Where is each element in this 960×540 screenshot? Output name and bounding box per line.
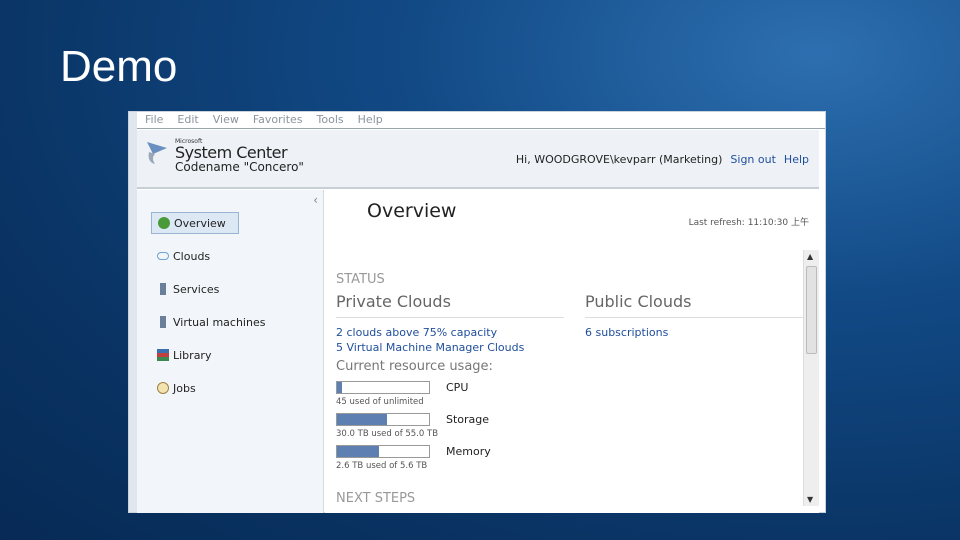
- usage-detail: 2.6 TB used of 5.6 TB: [336, 461, 428, 471]
- app-header: Microsoft System Center Codename "Concer…: [137, 130, 819, 189]
- menu-tools[interactable]: Tools: [317, 113, 344, 127]
- clouds-capacity-link[interactable]: 2 clouds above 75% capacity: [336, 326, 497, 339]
- sidebar-item-virtual-machines[interactable]: Virtual machines: [151, 311, 271, 333]
- usage-detail: 45 used of unlimited: [336, 397, 424, 407]
- sign-out-link[interactable]: Sign out: [730, 153, 776, 166]
- subscriptions-link[interactable]: 6 subscriptions: [585, 326, 668, 339]
- logo-product: System Center: [175, 143, 288, 162]
- sidebar-item-overview[interactable]: Overview: [151, 212, 239, 234]
- vmm-clouds-link[interactable]: 5 Virtual Machine Manager Clouds: [336, 341, 524, 354]
- usage-bar-fill: [337, 446, 380, 457]
- usage-bar-fill: [337, 414, 387, 425]
- sidebar-item-library[interactable]: Library: [151, 344, 217, 366]
- sidebar-item-services[interactable]: Services: [151, 278, 225, 300]
- usage-label: Storage: [446, 413, 490, 426]
- logo: Microsoft System Center Codename "Concer…: [145, 138, 304, 174]
- greeting: Hi, WOODGROVE\kevparr (Marketing): [515, 153, 723, 166]
- menu-view[interactable]: View: [213, 113, 239, 127]
- slide-title: Demo: [60, 42, 178, 91]
- sidebar-item-label: Jobs: [173, 381, 196, 395]
- status-heading: STATUS: [336, 272, 385, 287]
- logo-codename: Codename "Concero": [175, 160, 304, 174]
- system-center-logo-icon: [147, 142, 167, 164]
- scroll-up-icon[interactable]: ▲: [807, 252, 813, 261]
- main-content: Overview Last refresh: 11:10:30 上午 STATU…: [325, 190, 819, 513]
- sidebar-item-label: Services: [173, 282, 220, 296]
- menu-favorites[interactable]: Favorites: [253, 113, 303, 127]
- sidebar-item-jobs[interactable]: Jobs: [151, 377, 202, 399]
- usage-bar-storage: [336, 413, 430, 426]
- usage-label: Memory: [446, 445, 491, 458]
- vm-icon: [160, 316, 166, 328]
- private-clouds-heading: Private Clouds: [336, 292, 564, 318]
- server-icon: [160, 283, 166, 295]
- sidebar-item-label: Overview: [174, 216, 226, 230]
- scroll-down-icon[interactable]: ▼: [807, 495, 813, 504]
- library-icon: [157, 349, 169, 361]
- sidebar-item-clouds[interactable]: Clouds: [151, 245, 216, 267]
- menu-edit[interactable]: Edit: [177, 113, 198, 127]
- overview-icon: [158, 217, 170, 229]
- collapse-chevron-icon[interactable]: ‹: [313, 193, 318, 207]
- cloud-icon: [157, 252, 169, 260]
- menu-help[interactable]: Help: [358, 113, 383, 127]
- jobs-icon: [157, 382, 169, 394]
- next-steps-heading: NEXT STEPS: [336, 491, 416, 506]
- scrollbar[interactable]: ▲ ▼: [803, 250, 819, 506]
- usage-bar-fill: [337, 382, 342, 393]
- sidebar-item-label: Clouds: [173, 249, 211, 263]
- usage-detail: 30.0 TB used of 55.0 TB: [336, 429, 439, 439]
- page-title: Overview: [367, 200, 457, 222]
- window-edge: [129, 112, 137, 512]
- menu-file[interactable]: File: [145, 113, 163, 127]
- app-window: File Edit View Favorites Tools Help Micr…: [128, 111, 826, 513]
- user-bar: Hi, WOODGROVE\kevparr (Marketing) Sign o…: [516, 153, 809, 166]
- menu-bar: File Edit View Favorites Tools Help: [137, 112, 825, 129]
- sidebar-item-label: Library: [173, 348, 212, 362]
- usage-label: CPU: [446, 381, 469, 394]
- sidebar-item-label: Virtual machines: [173, 315, 266, 329]
- last-refresh: Last refresh: 11:10:30 上午: [688, 218, 809, 228]
- usage-heading: Current resource usage:: [336, 359, 493, 374]
- usage-bar-cpu: [336, 381, 430, 394]
- sidebar: ‹ Overview Clouds Services Virtual machi…: [137, 190, 324, 513]
- help-link[interactable]: Help: [784, 153, 809, 166]
- public-clouds-heading: Public Clouds: [585, 292, 813, 318]
- usage-bar-memory: [336, 445, 430, 458]
- scroll-thumb[interactable]: [806, 266, 817, 354]
